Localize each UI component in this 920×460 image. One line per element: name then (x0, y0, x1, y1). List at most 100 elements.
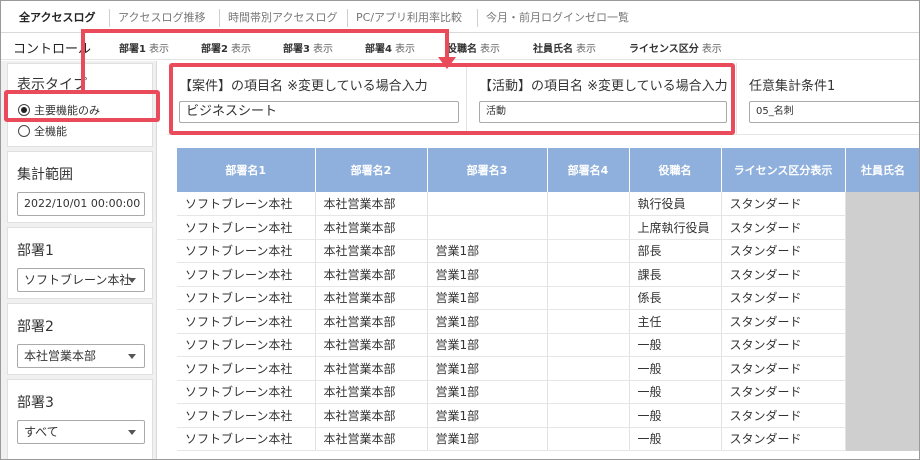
cell-dept4 (547, 286, 630, 310)
cell-employee-name-masked (845, 427, 919, 451)
cell-employee-name-masked (845, 309, 919, 333)
cell-dept1: ソフトブレーン本社 (177, 309, 316, 334)
table-row[interactable]: ソフトブレーン本社 本社営業本部 営業1部 主任 スタンダード (177, 309, 919, 334)
tab-pc-app-usage[interactable]: PC/アプリ利用率比較 (347, 9, 462, 27)
header-dept3[interactable]: 部署名3 (427, 148, 548, 192)
radio-all-functions[interactable]: 全機能 (18, 123, 67, 139)
dept3-value: すべて (24, 425, 59, 439)
cell-dept3: 営業1部 (427, 333, 548, 357)
range-start-input[interactable]: 2022/10/01 00:00:00 (17, 192, 145, 216)
cell-license-type: スタンダード (721, 286, 846, 310)
dept3-panel: 部署3 すべて (7, 379, 153, 459)
header-position[interactable]: 役職名 (629, 148, 722, 192)
header-dept1[interactable]: 部署名1 (177, 148, 316, 192)
table-row[interactable]: ソフトブレーン本社 本社営業本部 営業1部 課長 スタンダード (177, 262, 919, 287)
chevron-down-icon (128, 354, 136, 359)
cell-employee-name-masked (845, 380, 919, 404)
cell-dept4 (547, 356, 630, 381)
column-toggle-dept2[interactable]: 部署2 表示 (201, 40, 251, 55)
header-dept4[interactable]: 部署名4 (547, 148, 630, 192)
deal-item-name-input[interactable]: ビジネスシート (179, 101, 459, 123)
table-row[interactable]: ソフトブレーン本社 本社営業本部 執行役員 スタンダード (177, 192, 919, 216)
cell-employee-name-masked (845, 356, 919, 380)
column-toggle-dept3[interactable]: 部署3 表示 (283, 40, 333, 55)
cell-dept2: 本社営業本部 (315, 333, 428, 357)
dept1-panel: 部署1 ソフトブレーン本社 (7, 227, 153, 299)
custom-condition-1-input[interactable]: 05_名刺 (749, 101, 919, 123)
table-header-row: 部署名1 部署名2 部署名3 部署名4 役職名 ライセンス区分表示 社員氏名 (177, 148, 919, 192)
cell-dept1: ソフトブレーン本社 (177, 403, 316, 428)
table-row[interactable]: ソフトブレーン本社 本社営業本部 営業1部 部長 スタンダード (177, 239, 919, 263)
cell-dept1: ソフトブレーン本社 (177, 380, 316, 404)
cell-dept1: ソフトブレーン本社 (177, 192, 316, 216)
cell-dept3: 営業1部 (427, 286, 548, 310)
cell-dept1: ソフトブレーン本社 (177, 239, 316, 263)
radio-main-functions-label: 主要機能のみ (34, 104, 100, 117)
column-toggle-license-type[interactable]: ライセンス区分 表示 (629, 40, 722, 55)
cell-employee-name-masked (845, 262, 919, 286)
cell-dept4 (547, 427, 630, 451)
chevron-down-icon (128, 430, 136, 435)
dept2-panel: 部署2 本社営業本部 (7, 303, 153, 375)
filter-sidebar: 表示タイプ 主要機能のみ 全機能 集計範囲 2022/10/01 00:00:0… (1, 61, 157, 459)
column-toggle-dept1[interactable]: 部署1 表示 (119, 40, 169, 55)
custom-condition-1-panel: 任意集計条件1 05_名刺 (737, 63, 919, 135)
cell-license-type: スタンダード (721, 356, 846, 381)
cell-dept2: 本社営業本部 (315, 239, 428, 263)
table-row[interactable]: ソフトブレーン本社 本社営業本部 営業1部 一般 スタンダード (177, 403, 919, 428)
cell-dept3: 営業1部 (427, 403, 548, 428)
table-row[interactable]: ソフトブレーン本社 本社営業本部 上席執行役員 スタンダード (177, 215, 919, 240)
table-row[interactable]: ソフトブレーン本社 本社営業本部 営業1部 係長 スタンダード (177, 286, 919, 310)
deal-item-name-title: 【案件】の項目名 ※変更している場合入力 (179, 79, 428, 94)
cell-dept2: 本社営業本部 (315, 427, 428, 451)
radio-main-functions[interactable]: 主要機能のみ (18, 102, 100, 118)
tab-access-log-trend[interactable]: アクセスログ推移 (109, 9, 205, 27)
column-toggle-employee-name[interactable]: 社員氏名 表示 (533, 40, 596, 55)
cell-license-type: スタンダード (721, 333, 846, 357)
cell-dept4 (547, 192, 630, 216)
column-toggle-position[interactable]: 役職名 表示 (447, 40, 500, 55)
activity-item-name-panel: 【活動】の項目名 ※変更している場合入力 活動 (467, 63, 737, 135)
tab-hourly-access-log[interactable]: 時間帯別アクセスログ (219, 9, 337, 27)
cell-license-type: スタンダード (721, 427, 846, 451)
activity-item-name-input[interactable]: 活動 (479, 101, 727, 123)
cell-dept3: 営業1部 (427, 427, 548, 451)
cell-dept2: 本社営業本部 (315, 380, 428, 404)
tab-all-access-log[interactable]: 全アクセスログ (11, 9, 95, 27)
column-toggle-dept4[interactable]: 部署4 表示 (365, 40, 415, 55)
cell-dept2: 本社営業本部 (315, 215, 428, 240)
cell-dept2: 本社営業本部 (315, 262, 428, 287)
cell-position: 係長 (629, 286, 722, 310)
chevron-down-icon (128, 278, 136, 283)
cell-dept3: 営業1部 (427, 239, 548, 263)
column-toggle-bar: コントロール 部署1 表示 部署2 表示 部署3 表示 部署4 表示 役職名 表示 社員氏… (1, 33, 919, 60)
cell-dept2: 本社営業本部 (315, 192, 428, 216)
cell-position: 一般 (629, 403, 722, 428)
custom-condition-1-title: 任意集計条件1 (749, 79, 836, 94)
table-row[interactable]: ソフトブレーン本社 本社営業本部 営業1部 一般 スタンダード (177, 356, 919, 381)
cell-position: 部長 (629, 239, 722, 263)
dept1-select[interactable]: ソフトブレーン本社 (17, 268, 145, 292)
header-license-type[interactable]: ライセンス区分表示 (721, 148, 846, 192)
header-employee-name[interactable]: 社員氏名 (845, 148, 919, 192)
cell-employee-name-masked (845, 403, 919, 427)
dept2-select[interactable]: 本社営業本部 (17, 344, 145, 368)
table-row[interactable]: ソフトブレーン本社 本社営業本部 営業1部 一般 スタンダード (177, 380, 919, 404)
radio-icon (18, 125, 30, 137)
tab-zero-login[interactable]: 今月・前月ログインゼロ一覧 (477, 9, 629, 27)
dept3-select[interactable]: すべて (17, 420, 145, 444)
cell-dept3 (427, 215, 548, 240)
dept1-title: 部署1 (17, 243, 54, 259)
table-row[interactable]: ソフトブレーン本社 本社営業本部 営業1部 一般 スタンダード (177, 333, 919, 357)
dept2-title: 部署2 (17, 319, 54, 335)
cell-position: 課長 (629, 262, 722, 287)
cell-dept1: ソフトブレーン本社 (177, 215, 316, 240)
deal-item-name-panel: 【案件】の項目名 ※変更している場合入力 ビジネスシート (167, 63, 467, 135)
dept1-value: ソフトブレーン本社 (24, 273, 132, 287)
cell-dept4 (547, 309, 630, 334)
cell-dept1: ソフトブレーン本社 (177, 286, 316, 310)
table-row[interactable]: ソフトブレーン本社 本社営業本部 営業1部 一般 スタンダード (177, 427, 919, 451)
cell-employee-name-masked (845, 286, 919, 310)
radio-all-functions-label: 全機能 (34, 125, 67, 138)
header-dept2[interactable]: 部署名2 (315, 148, 428, 192)
